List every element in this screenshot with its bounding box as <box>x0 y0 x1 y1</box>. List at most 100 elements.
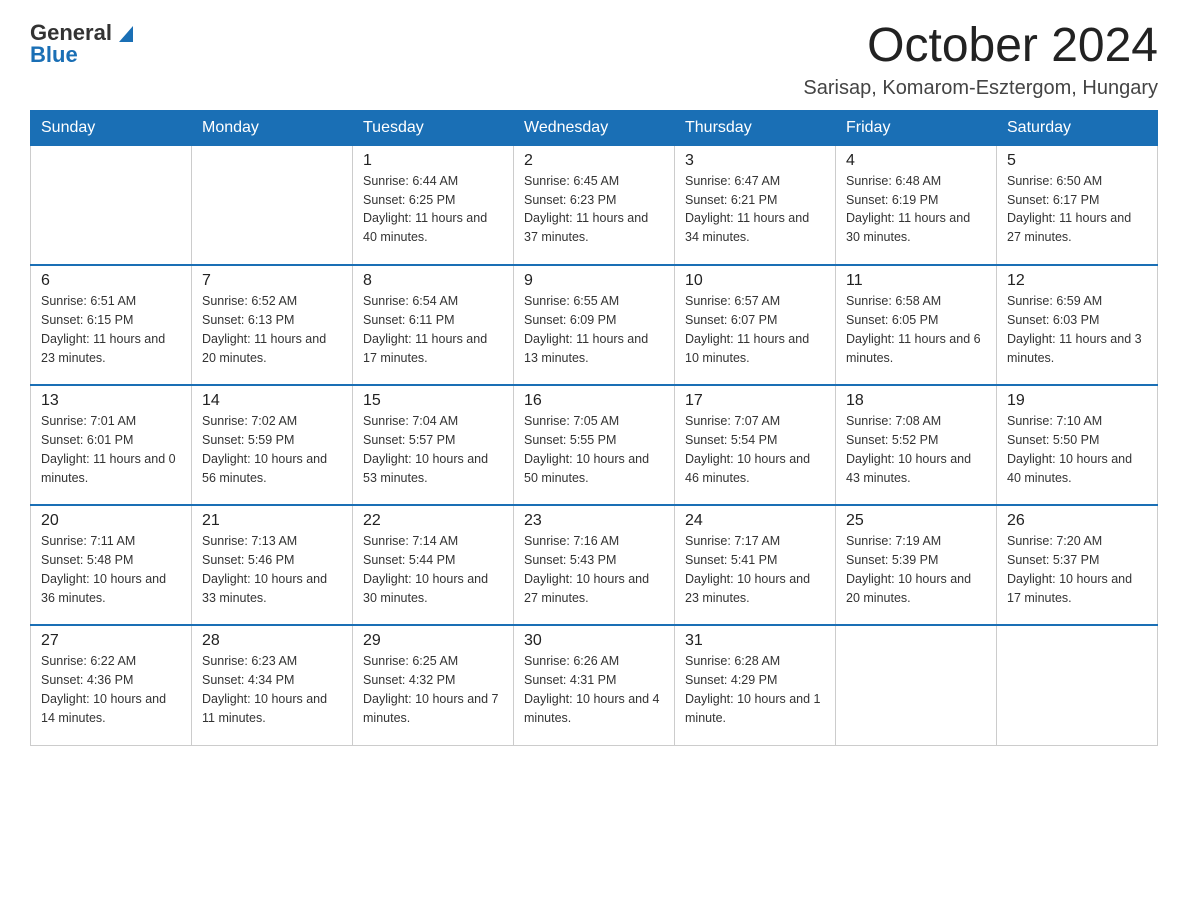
table-row: 17 Sunrise: 7:07 AMSunset: 5:54 PMDayligh… <box>675 385 836 505</box>
col-saturday: Saturday <box>997 110 1158 145</box>
table-row: 3 Sunrise: 6:47 AMSunset: 6:21 PMDaylight… <box>675 145 836 265</box>
col-monday: Monday <box>192 110 353 145</box>
day-info: Sunrise: 7:01 AMSunset: 6:01 PMDaylight:… <box>41 412 181 487</box>
day-info: Sunrise: 6:25 AMSunset: 4:32 PMDaylight:… <box>363 652 503 727</box>
col-tuesday: Tuesday <box>353 110 514 145</box>
day-number: 1 <box>363 152 503 170</box>
day-number: 13 <box>41 392 181 410</box>
day-info: Sunrise: 6:59 AMSunset: 6:03 PMDaylight:… <box>1007 292 1147 367</box>
logo-text-blue: Blue <box>30 42 78 68</box>
table-row: 5 Sunrise: 6:50 AMSunset: 6:17 PMDaylight… <box>997 145 1158 265</box>
table-row: 26Sunrise: 7:20 AMSunset: 5:37 PMDayligh… <box>997 505 1158 625</box>
table-row: 1 Sunrise: 6:44 AMSunset: 6:25 PMDaylight… <box>353 145 514 265</box>
day-number: 25 <box>846 512 986 530</box>
day-number: 28 <box>202 632 342 650</box>
table-row: 10 Sunrise: 6:57 AMSunset: 6:07 PMDayligh… <box>675 265 836 385</box>
table-row: 16 Sunrise: 7:05 AMSunset: 5:55 PMDayligh… <box>514 385 675 505</box>
day-number: 8 <box>363 272 503 290</box>
day-info: Sunrise: 6:52 AMSunset: 6:13 PMDaylight:… <box>202 292 342 367</box>
day-info: Sunrise: 6:50 AMSunset: 6:17 PMDaylight:… <box>1007 172 1147 247</box>
day-info: Sunrise: 7:20 AMSunset: 5:37 PMDaylight:… <box>1007 532 1147 607</box>
day-number: 12 <box>1007 272 1147 290</box>
day-number: 31 <box>685 632 825 650</box>
day-number: 3 <box>685 152 825 170</box>
table-row: 19 Sunrise: 7:10 AMSunset: 5:50 PMDayligh… <box>997 385 1158 505</box>
table-row: 8 Sunrise: 6:54 AMSunset: 6:11 PMDaylight… <box>353 265 514 385</box>
table-row: 31 Sunrise: 6:28 AMSunset: 4:29 PMDayligh… <box>675 625 836 745</box>
table-row: 15 Sunrise: 7:04 AMSunset: 5:57 PMDayligh… <box>353 385 514 505</box>
logo: General Blue <box>30 20 137 68</box>
table-row: 2 Sunrise: 6:45 AMSunset: 6:23 PMDaylight… <box>514 145 675 265</box>
day-info: Sunrise: 6:22 AMSunset: 4:36 PMDaylight:… <box>41 652 181 727</box>
table-row <box>31 145 192 265</box>
day-info: Sunrise: 6:47 AMSunset: 6:21 PMDaylight:… <box>685 172 825 247</box>
table-row: 22 Sunrise: 7:14 AMSunset: 5:44 PMDayligh… <box>353 505 514 625</box>
day-info: Sunrise: 7:10 AMSunset: 5:50 PMDaylight:… <box>1007 412 1147 487</box>
day-number: 17 <box>685 392 825 410</box>
day-info: Sunrise: 7:13 AMSunset: 5:46 PMDaylight:… <box>202 532 342 607</box>
day-info: Sunrise: 6:45 AMSunset: 6:23 PMDaylight:… <box>524 172 664 247</box>
day-info: Sunrise: 6:28 AMSunset: 4:29 PMDaylight:… <box>685 652 825 727</box>
day-info: Sunrise: 6:55 AMSunset: 6:09 PMDaylight:… <box>524 292 664 367</box>
day-number: 23 <box>524 512 664 530</box>
table-row: 24 Sunrise: 7:17 AMSunset: 5:41 PMDayligh… <box>675 505 836 625</box>
day-info: Sunrise: 6:26 AMSunset: 4:31 PMDaylight:… <box>524 652 664 727</box>
table-row: 20Sunrise: 7:11 AMSunset: 5:48 PMDayligh… <box>31 505 192 625</box>
day-number: 14 <box>202 392 342 410</box>
day-info: Sunrise: 7:08 AMSunset: 5:52 PMDaylight:… <box>846 412 986 487</box>
location-subtitle: Sarisap, Komarom-Esztergom, Hungary <box>803 77 1158 100</box>
day-number: 24 <box>685 512 825 530</box>
logo-triangle-icon <box>115 22 137 44</box>
table-row: 13 Sunrise: 7:01 AMSunset: 6:01 PMDayligh… <box>31 385 192 505</box>
day-number: 7 <box>202 272 342 290</box>
day-info: Sunrise: 7:02 AMSunset: 5:59 PMDaylight:… <box>202 412 342 487</box>
table-row: 7 Sunrise: 6:52 AMSunset: 6:13 PMDaylight… <box>192 265 353 385</box>
day-number: 15 <box>363 392 503 410</box>
day-info: Sunrise: 7:04 AMSunset: 5:57 PMDaylight:… <box>363 412 503 487</box>
day-number: 4 <box>846 152 986 170</box>
day-number: 29 <box>363 632 503 650</box>
day-number: 11 <box>846 272 986 290</box>
table-row <box>192 145 353 265</box>
table-row: 30 Sunrise: 6:26 AMSunset: 4:31 PMDayligh… <box>514 625 675 745</box>
col-friday: Friday <box>836 110 997 145</box>
day-info: Sunrise: 7:14 AMSunset: 5:44 PMDaylight:… <box>363 532 503 607</box>
title-section: October 2024 Sarisap, Komarom-Esztergom,… <box>803 20 1158 100</box>
day-info: Sunrise: 6:51 AMSunset: 6:15 PMDaylight:… <box>41 292 181 367</box>
day-number: 18 <box>846 392 986 410</box>
table-row: 18 Sunrise: 7:08 AMSunset: 5:52 PMDayligh… <box>836 385 997 505</box>
table-row: 4 Sunrise: 6:48 AMSunset: 6:19 PMDaylight… <box>836 145 997 265</box>
calendar-table: Sunday Monday Tuesday Wednesday Thursday… <box>30 110 1158 746</box>
day-info: Sunrise: 7:17 AMSunset: 5:41 PMDaylight:… <box>685 532 825 607</box>
day-number: 16 <box>524 392 664 410</box>
page-header: General Blue October 2024 Sarisap, Komar… <box>30 20 1158 100</box>
month-title: October 2024 <box>803 20 1158 73</box>
day-info: Sunrise: 6:44 AMSunset: 6:25 PMDaylight:… <box>363 172 503 247</box>
table-row: 14 Sunrise: 7:02 AMSunset: 5:59 PMDayligh… <box>192 385 353 505</box>
table-row: 21Sunrise: 7:13 AMSunset: 5:46 PMDayligh… <box>192 505 353 625</box>
table-row: 27Sunrise: 6:22 AMSunset: 4:36 PMDayligh… <box>31 625 192 745</box>
day-info: Sunrise: 6:48 AMSunset: 6:19 PMDaylight:… <box>846 172 986 247</box>
day-info: Sunrise: 6:54 AMSunset: 6:11 PMDaylight:… <box>363 292 503 367</box>
table-row: 29 Sunrise: 6:25 AMSunset: 4:32 PMDayligh… <box>353 625 514 745</box>
table-row: 23 Sunrise: 7:16 AMSunset: 5:43 PMDayligh… <box>514 505 675 625</box>
day-info: Sunrise: 6:57 AMSunset: 6:07 PMDaylight:… <box>685 292 825 367</box>
day-number: 2 <box>524 152 664 170</box>
day-number: 5 <box>1007 152 1147 170</box>
table-row: 11Sunrise: 6:58 AMSunset: 6:05 PMDayligh… <box>836 265 997 385</box>
day-number: 30 <box>524 632 664 650</box>
day-number: 22 <box>363 512 503 530</box>
table-row: 25Sunrise: 7:19 AMSunset: 5:39 PMDayligh… <box>836 505 997 625</box>
table-row: 9 Sunrise: 6:55 AMSunset: 6:09 PMDaylight… <box>514 265 675 385</box>
day-info: Sunrise: 7:07 AMSunset: 5:54 PMDaylight:… <box>685 412 825 487</box>
day-number: 10 <box>685 272 825 290</box>
day-number: 19 <box>1007 392 1147 410</box>
day-info: Sunrise: 6:23 AMSunset: 4:34 PMDaylight:… <box>202 652 342 727</box>
day-number: 9 <box>524 272 664 290</box>
day-info: Sunrise: 7:16 AMSunset: 5:43 PMDaylight:… <box>524 532 664 607</box>
col-thursday: Thursday <box>675 110 836 145</box>
calendar-header-row: Sunday Monday Tuesday Wednesday Thursday… <box>31 110 1158 145</box>
table-row: 28 Sunrise: 6:23 AMSunset: 4:34 PMDayligh… <box>192 625 353 745</box>
day-info: Sunrise: 7:05 AMSunset: 5:55 PMDaylight:… <box>524 412 664 487</box>
table-row <box>997 625 1158 745</box>
